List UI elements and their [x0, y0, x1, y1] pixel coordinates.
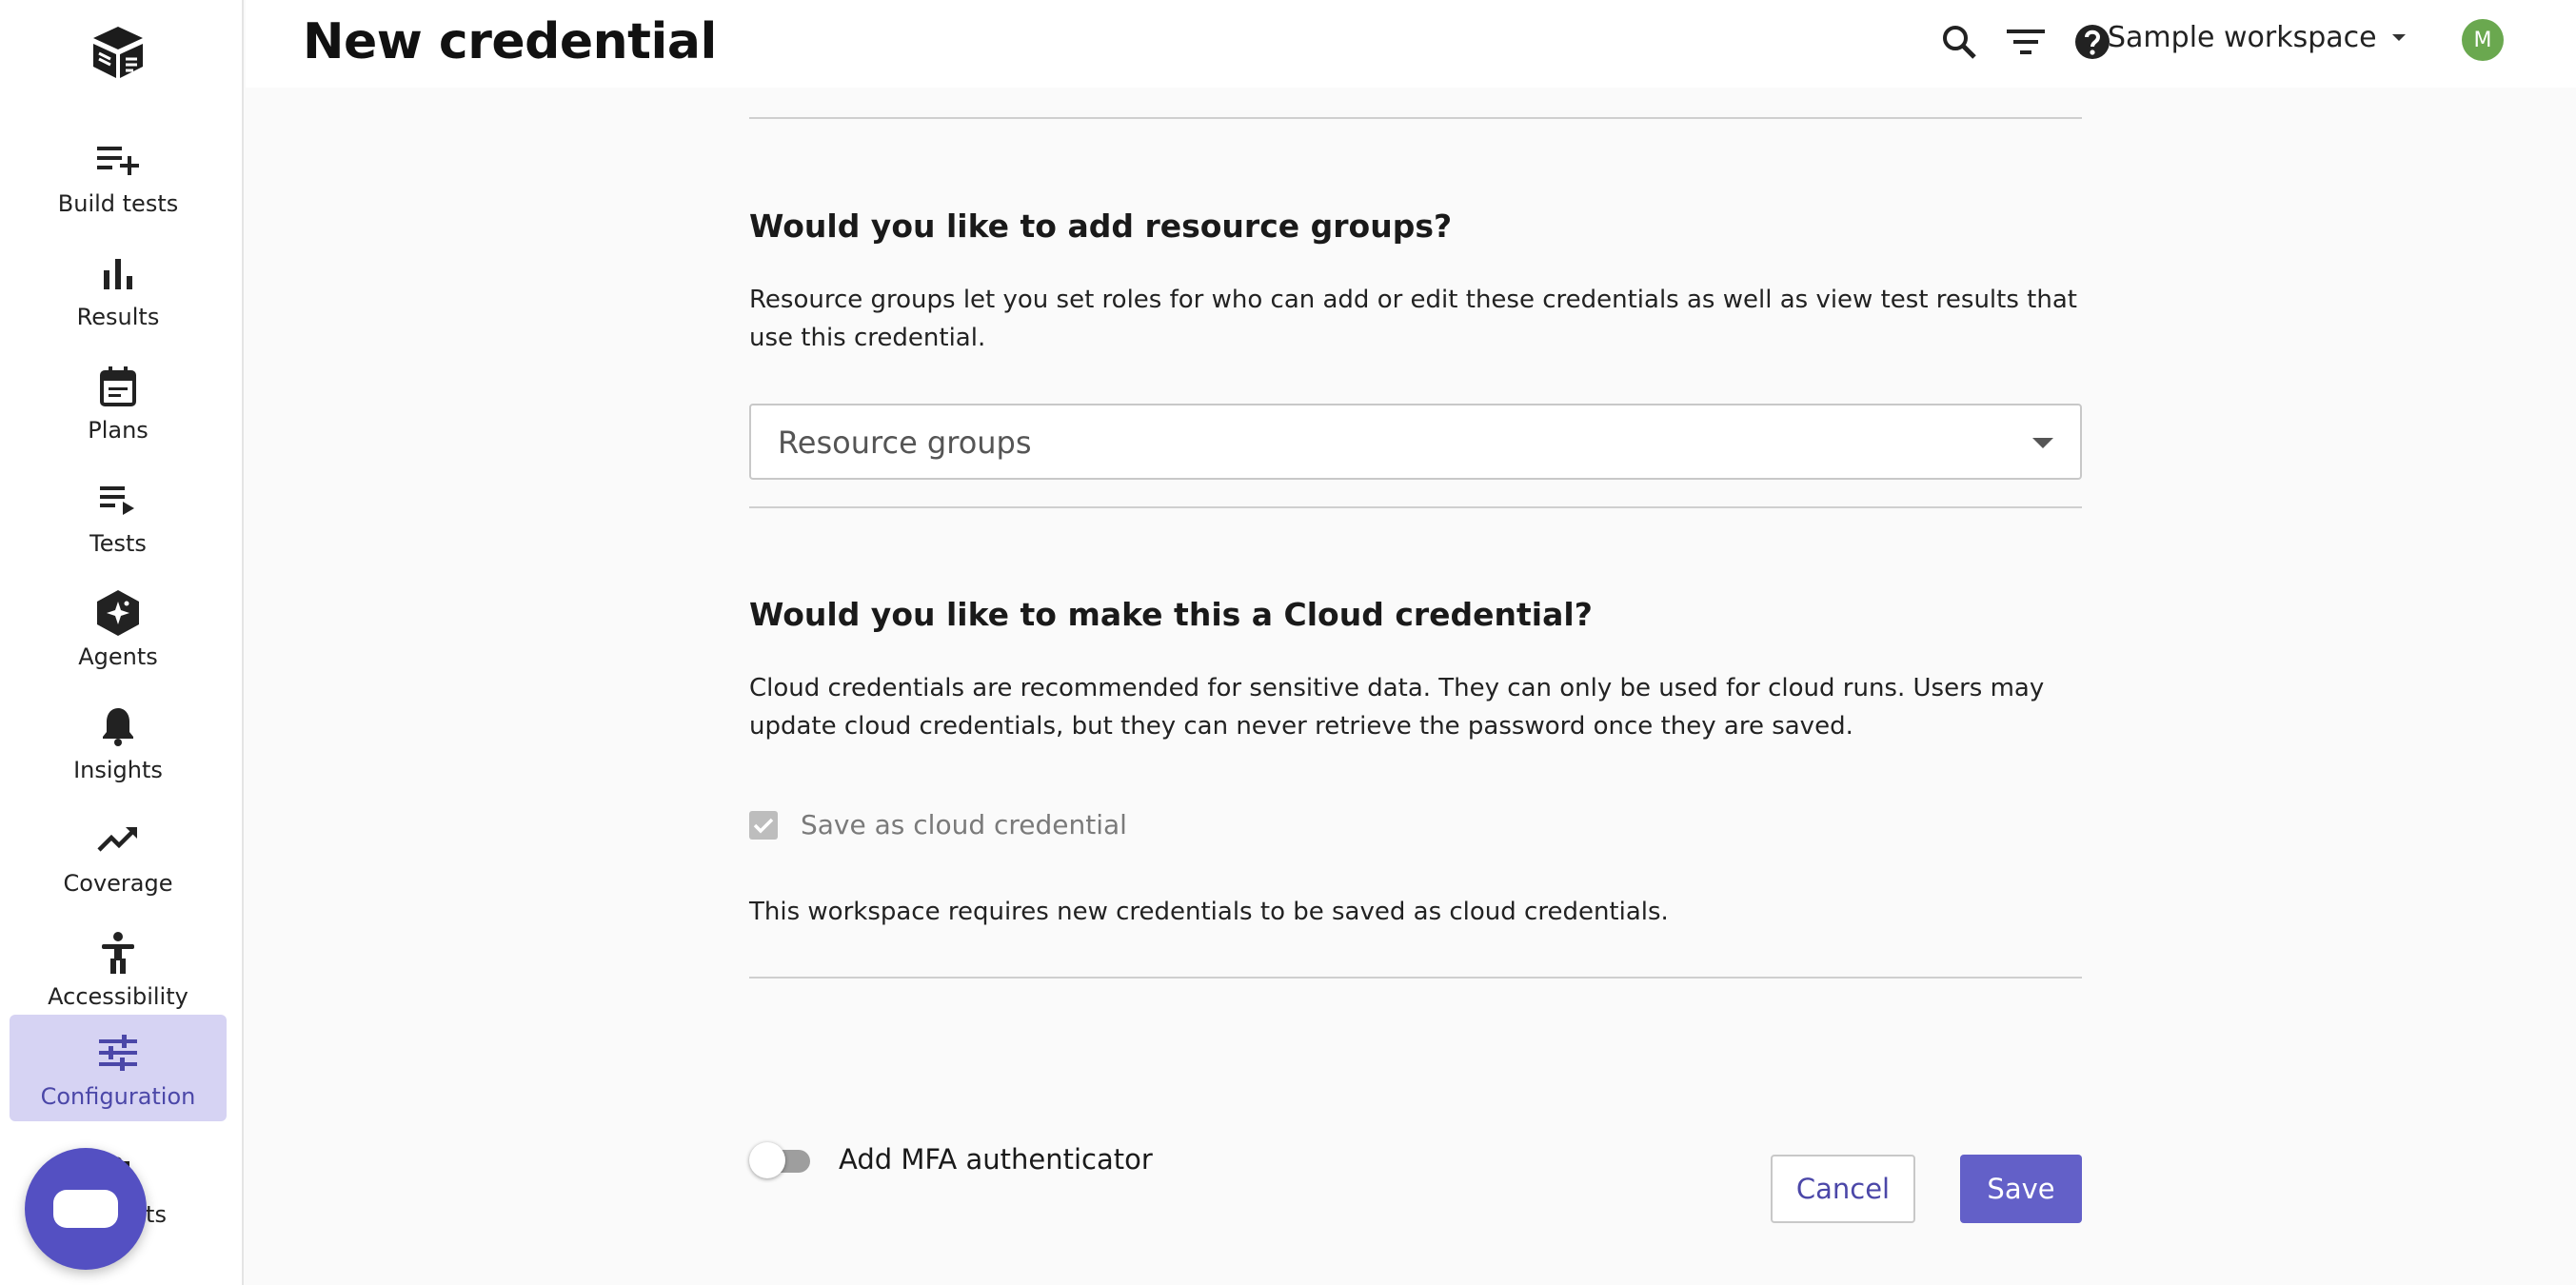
- sidebar-item-label: Plans: [88, 417, 149, 444]
- page-title: New credential: [303, 13, 717, 70]
- sidebar-item-coverage[interactable]: Coverage: [10, 801, 227, 906]
- workspace-selector[interactable]: Sample workspace: [2108, 21, 2406, 54]
- sidebar-item-agents[interactable]: Agents: [10, 575, 227, 680]
- chat-icon: [53, 1190, 118, 1228]
- bar-chart-icon: [88, 248, 149, 298]
- avatar[interactable]: M: [2462, 19, 2504, 61]
- chat-support-button[interactable]: [25, 1148, 147, 1270]
- check-icon: [753, 818, 774, 833]
- resource-groups-placeholder: Resource groups: [778, 425, 1032, 461]
- mfa-toggle-label: Add MFA authenticator: [839, 1143, 1153, 1176]
- mfa-toggle[interactable]: [749, 1140, 816, 1178]
- sidebar-item-label: Configuration: [40, 1083, 196, 1110]
- agent-sparkle-icon: [88, 588, 149, 638]
- sidebar-item-accessibility[interactable]: Accessibility: [10, 915, 227, 1019]
- cloud-credential-title: Would you like to make this a Cloud cred…: [749, 596, 1593, 633]
- sidebar-item-label: Accessibility: [48, 983, 188, 1010]
- resource-groups-description: Resource groups let you set roles for wh…: [749, 286, 2077, 352]
- chevron-down-icon: [2032, 438, 2053, 448]
- sidebar-item-build-tests[interactable]: Build tests: [10, 122, 227, 227]
- chevron-down-icon: [2391, 34, 2406, 41]
- cloud-credential-checkbox-label: Save as cloud credential: [801, 809, 1127, 840]
- sidebar-item-label: Agents: [78, 643, 158, 670]
- tune-icon: [88, 1028, 149, 1077]
- section-divider: [749, 977, 2082, 979]
- sidebar-item-insights[interactable]: Insights: [10, 688, 227, 793]
- cloud-credential-option: Save as cloud credential: [749, 809, 1127, 840]
- search-icon[interactable]: [1936, 19, 1982, 65]
- sidebar-item-label: Insights: [73, 757, 163, 783]
- resource-groups-select[interactable]: Resource groups: [749, 404, 2082, 480]
- resource-groups-title: Would you like to add resource groups?: [749, 208, 1453, 245]
- cancel-button[interactable]: Cancel: [1771, 1155, 1915, 1223]
- top-header: New credential Sample workspace M: [246, 0, 2576, 88]
- sidebar-item-label: Results: [76, 304, 160, 330]
- trending-up-icon: [88, 815, 149, 864]
- bell-icon: [88, 702, 149, 751]
- calendar-icon: [88, 362, 149, 411]
- sidebar-item-label: Coverage: [63, 870, 173, 897]
- sidebar-item-configuration[interactable]: Configuration: [10, 1015, 227, 1121]
- sidebar-item-label: Build tests: [57, 190, 179, 217]
- section-divider: [749, 506, 2082, 508]
- accessibility-icon: [88, 928, 149, 978]
- section-divider: [749, 117, 2082, 119]
- sidebar-item-plans[interactable]: Plans: [10, 348, 227, 453]
- toggle-knob: [749, 1142, 785, 1178]
- sidebar-item-label: Tests: [89, 530, 147, 557]
- mfa-option: Add MFA authenticator: [749, 1140, 1153, 1178]
- app-logo-icon[interactable]: [88, 23, 149, 84]
- playlist-add-icon: [88, 135, 149, 185]
- sidebar: Build tests Results Plans Tests Agents I…: [0, 0, 244, 1285]
- sidebar-item-tests[interactable]: Tests: [10, 462, 227, 566]
- cloud-credential-checkbox[interactable]: [749, 810, 778, 840]
- filter-icon[interactable]: [2003, 19, 2049, 65]
- workspace-name: Sample workspace: [2108, 21, 2377, 54]
- playlist-play-icon: [88, 475, 149, 524]
- save-button[interactable]: Save: [1960, 1155, 2082, 1223]
- sidebar-item-results[interactable]: Results: [10, 235, 227, 340]
- cloud-credential-description: Cloud credentials are recommended for se…: [749, 674, 2045, 741]
- cloud-credential-note: This workspace requires new credentials …: [749, 898, 1669, 926]
